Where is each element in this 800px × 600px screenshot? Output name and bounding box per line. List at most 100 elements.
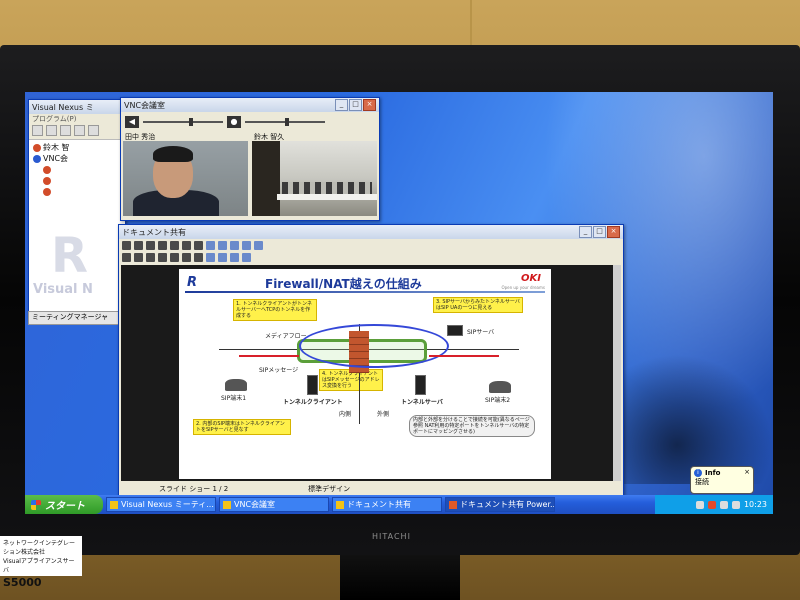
person-icon xyxy=(33,154,41,163)
close-button[interactable]: × xyxy=(363,99,376,111)
vertical-scrollbar[interactable] xyxy=(613,265,621,481)
taskbar-item-visual-nexus[interactable]: Visual Nexus ミーティ... xyxy=(106,497,216,512)
taskbar-item-vnc[interactable]: VNC会議室 xyxy=(219,497,329,512)
save-icon[interactable] xyxy=(134,240,143,250)
visual-nexus-title: Visual Nexus ミ xyxy=(32,102,94,112)
open-icon[interactable] xyxy=(122,240,131,250)
video-pane-remote[interactable]: 鈴木 智久 xyxy=(252,132,377,216)
sip-phone-2-icon xyxy=(489,381,511,393)
system-tray: 10:23 xyxy=(655,495,773,514)
taskbar-item-doc-share[interactable]: ドキュメント共有 xyxy=(332,497,442,512)
visual-nexus-window[interactable]: Visual Nexus ミ プログラム(P) 鈴木 智 VNC会 R Visu… xyxy=(28,99,126,319)
wall-seam xyxy=(470,0,472,48)
app-icon xyxy=(110,500,118,509)
tree-item[interactable] xyxy=(33,175,121,186)
taskbar-item-powerpoint[interactable]: ドキュメント共有 Power... xyxy=(445,497,555,512)
network-icon[interactable] xyxy=(731,500,740,509)
placard-model: S5000 xyxy=(3,576,42,589)
tray-icon[interactable] xyxy=(707,500,716,509)
minimize-button[interactable]: _ xyxy=(335,99,348,111)
taskbar: スタート Visual Nexus ミーティ... VNC会議室 ドキュメント共… xyxy=(25,495,773,514)
tool-icon[interactable] xyxy=(46,125,57,136)
video-panes: 田中 秀治 鈴木 智久 xyxy=(121,132,379,216)
windows-flag-icon xyxy=(31,499,41,510)
placard-line1: ネットワークインテグレーション株式会社 xyxy=(3,540,76,556)
sip-term2-label: SIP端末2 xyxy=(485,397,511,404)
tool-icon[interactable] xyxy=(122,252,131,262)
pointer-icon[interactable] xyxy=(206,240,215,250)
tool-icon[interactable] xyxy=(146,252,155,262)
close-icon[interactable]: × xyxy=(744,468,750,476)
doc-status-bar: スライド ショー 1 / 2 標準デザイン xyxy=(119,482,623,495)
slide-viewport[interactable]: R Firewall/NAT越えの仕組み OKI Open up your dr… xyxy=(121,265,621,481)
app-icon xyxy=(336,500,344,509)
arrow-down-icon[interactable] xyxy=(170,252,179,262)
tray-icon[interactable] xyxy=(695,500,704,509)
sip-server-label: SIPサーバ xyxy=(467,329,495,336)
arrow-right-icon[interactable] xyxy=(194,252,203,262)
eraser-icon[interactable] xyxy=(230,252,239,262)
tool-icon[interactable] xyxy=(60,125,71,136)
video-pane-local[interactable]: 田中 秀治 xyxy=(123,132,248,216)
prev-page-icon[interactable] xyxy=(170,240,179,250)
meeting-manager-label[interactable]: ミーティングマネージャ xyxy=(28,311,125,325)
outside-label: 外側 xyxy=(377,411,390,418)
document-share-window[interactable]: ドキュメント共有 _ □ × R Firewall/NAT越えの仕組み OKI … xyxy=(118,224,624,496)
next-page-icon[interactable] xyxy=(182,240,191,250)
person-icon xyxy=(43,165,51,174)
last-page-icon[interactable] xyxy=(194,240,203,250)
mic-slider[interactable] xyxy=(245,118,325,126)
arrow-left-icon[interactable] xyxy=(182,252,191,262)
maximize-button[interactable]: □ xyxy=(593,226,606,238)
visual-nexus-menu[interactable]: プログラム(P) xyxy=(29,114,125,124)
logo-text: Visual N xyxy=(33,282,93,297)
speaker-icon[interactable]: ◀ xyxy=(125,116,139,128)
tray-icon[interactable] xyxy=(719,500,728,509)
vnc-titlebar[interactable]: VNC会議室 _ □ × xyxy=(121,98,379,112)
slider-knob[interactable] xyxy=(189,118,193,126)
volume-slider[interactable] xyxy=(143,118,223,126)
tree-item[interactable] xyxy=(33,186,121,197)
pen-icon[interactable] xyxy=(218,240,227,250)
circle-icon[interactable] xyxy=(230,240,239,250)
tool-icon[interactable] xyxy=(32,125,43,136)
vnc-window[interactable]: VNC会議室 _ □ × ◀ ● 田中 秀治 鈴木 智久 xyxy=(120,97,380,221)
start-button[interactable]: スタート xyxy=(25,495,103,514)
visual-nexus-toolbar xyxy=(29,124,125,140)
clock[interactable]: 10:23 xyxy=(744,500,767,509)
close-button[interactable]: × xyxy=(607,226,620,238)
start-label: スタート xyxy=(45,501,85,512)
doc-titlebar[interactable]: ドキュメント共有 _ □ × xyxy=(119,225,623,239)
window-buttons: _ □ × xyxy=(335,99,376,111)
fill-icon[interactable] xyxy=(218,252,227,262)
annotation-ellipse xyxy=(299,324,449,368)
tree-item[interactable] xyxy=(33,164,121,175)
tree-item[interactable]: 鈴木 智 xyxy=(33,142,121,153)
arrow-up-icon[interactable] xyxy=(158,252,167,262)
tool-icon[interactable] xyxy=(74,125,85,136)
print-icon[interactable] xyxy=(146,240,155,250)
menu-icon[interactable] xyxy=(242,252,251,262)
visual-nexus-titlebar[interactable]: Visual Nexus ミ xyxy=(29,100,125,114)
info-balloon[interactable]: i Info 接続 × xyxy=(690,466,754,494)
tool-icon[interactable] xyxy=(134,252,143,262)
logo-k-icon: R xyxy=(187,275,198,290)
line-icon[interactable] xyxy=(206,252,215,262)
tunnel-client-icon xyxy=(307,375,318,395)
doc-toolbar-1 xyxy=(119,239,623,251)
slider-knob[interactable] xyxy=(285,118,289,126)
tree-item[interactable]: VNC会 xyxy=(33,153,121,164)
room-shadow xyxy=(252,141,280,216)
first-page-icon[interactable] xyxy=(158,240,167,250)
minimize-button[interactable]: _ xyxy=(579,226,592,238)
text-icon[interactable] xyxy=(254,240,263,250)
info-icon: i xyxy=(694,469,702,477)
participant-tree: 鈴木 智 VNC会 xyxy=(29,140,125,199)
tool-icon[interactable] xyxy=(88,125,99,136)
rect-icon[interactable] xyxy=(242,240,251,250)
task-label: VNC会議室 xyxy=(234,500,276,509)
task-label: ドキュメント共有 xyxy=(347,500,411,509)
mic-icon[interactable]: ● xyxy=(227,116,241,128)
sip-phone-1-icon xyxy=(225,379,247,391)
maximize-button[interactable]: □ xyxy=(349,99,362,111)
